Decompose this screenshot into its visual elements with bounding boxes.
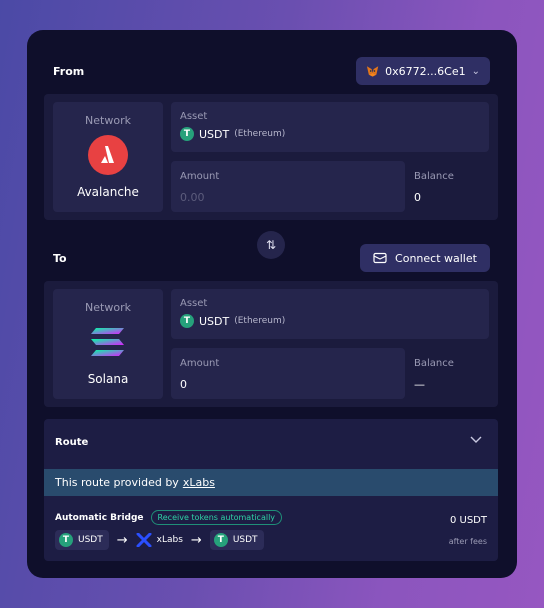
from-balance-value: 0 — [414, 191, 421, 204]
bridge-card: From 0x6772...6Ce1 ⌄ Network Avalanche A… — [27, 30, 517, 578]
to-balance-label: Balance — [414, 358, 454, 369]
from-asset-selector[interactable]: Asset T USDT (Ethereum) — [171, 102, 489, 152]
from-balance-label: Balance — [414, 171, 454, 182]
to-amount-label: Amount — [180, 358, 220, 369]
route-banner-text: This route provided by — [55, 476, 179, 489]
to-asset-label: Asset — [180, 298, 208, 309]
to-amount-value: 0 — [180, 378, 187, 391]
tether-icon: T — [59, 533, 73, 547]
from-amount-label: Amount — [180, 171, 220, 182]
wallet-icon — [373, 252, 387, 264]
wallet-address-button[interactable]: 0x6772...6Ce1 ⌄ — [356, 57, 490, 85]
receive-amount: 0 USDT — [449, 515, 487, 526]
route-option[interactable]: Automatic Bridge Receive tokens automati… — [44, 496, 498, 561]
from-network-label: Network — [85, 114, 131, 127]
connect-wallet-button[interactable]: Connect wallet — [360, 244, 490, 272]
after-fees-label: after fees — [448, 537, 487, 546]
solana-logo-icon — [91, 328, 124, 356]
from-title: From — [53, 65, 85, 78]
xlabs-logo-icon — [136, 533, 152, 547]
route-step-source: T USDT — [55, 530, 109, 550]
from-network-selector[interactable]: Network Avalanche — [53, 102, 163, 212]
route-provider-link[interactable]: xLabs — [183, 476, 215, 489]
route-provider-banner: This route provided by xLabs — [44, 469, 498, 496]
from-amount-input[interactable]: 0.00 — [180, 191, 396, 204]
from-amount-field[interactable]: Amount 0.00 — [171, 161, 405, 212]
bridge-name: Automatic Bridge — [55, 512, 144, 523]
from-asset-symbol: USDT — [199, 127, 230, 141]
auto-receive-badge: Receive tokens automatically — [150, 510, 283, 525]
avalanche-logo-icon — [88, 135, 128, 175]
to-network-label: Network — [85, 301, 131, 314]
route-step-label: USDT — [232, 535, 258, 545]
tether-icon: T — [180, 314, 194, 328]
route-step-label: xLabs — [156, 535, 183, 545]
route-title: Route — [55, 437, 89, 448]
to-network-name: Solana — [87, 372, 129, 386]
to-balance: Balance — — [414, 358, 454, 391]
route-step-bridge: xLabs — [136, 533, 183, 547]
metamask-fox-icon — [366, 66, 379, 77]
swap-vertical-icon: ⇅ — [265, 238, 277, 252]
to-asset-symbol: USDT — [199, 314, 230, 328]
to-asset-selector[interactable]: Asset T USDT (Ethereum) — [171, 289, 489, 339]
from-asset-chain: (Ethereum) — [234, 129, 286, 139]
route-path: T USDT → xLabs → T USDT — [55, 530, 264, 550]
from-asset-label: Asset — [180, 111, 208, 122]
to-network-selector[interactable]: Network Solana — [53, 289, 163, 399]
to-asset-chain: (Ethereum) — [234, 316, 286, 326]
chevron-down-icon: ⌄ — [471, 65, 480, 77]
tether-icon: T — [180, 127, 194, 141]
chevron-down-icon[interactable] — [470, 436, 482, 444]
wallet-address: 0x6772...6Ce1 — [385, 64, 466, 78]
from-balance: Balance 0 — [414, 171, 454, 204]
to-panel: Network Solana Asset T USDT (Ethereum) A… — [44, 281, 498, 407]
from-panel: Network Avalanche Asset T USDT (Ethereum… — [44, 94, 498, 220]
route-step-destination: T USDT — [209, 530, 264, 550]
swap-direction-button[interactable]: ⇅ — [257, 231, 285, 259]
arrow-right-icon: → — [190, 532, 202, 548]
to-title: To — [53, 252, 67, 265]
route-header[interactable]: Route — [44, 419, 498, 469]
connect-wallet-label: Connect wallet — [395, 251, 477, 265]
arrow-right-icon: → — [116, 532, 128, 548]
tether-icon: T — [213, 533, 228, 547]
route-step-label: USDT — [78, 535, 103, 545]
to-amount-field: Amount 0 — [171, 348, 405, 399]
to-balance-value: — — [414, 378, 425, 391]
from-network-name: Avalanche — [77, 185, 139, 199]
